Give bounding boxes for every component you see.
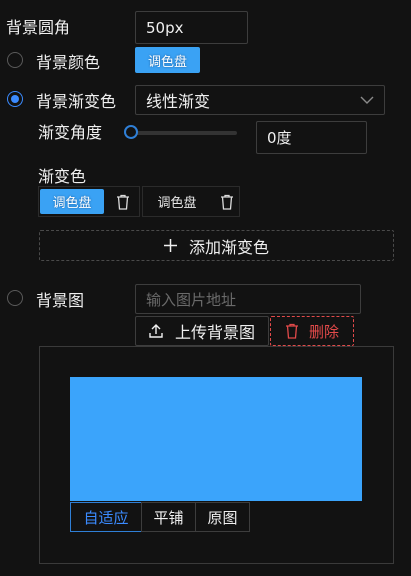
upload-background-button[interactable]: 上传背景图 (135, 316, 269, 346)
upload-background-label: 上传背景图 (174, 323, 255, 342)
gradient-angle-slider[interactable] (124, 124, 243, 144)
gradient-color-picker-button[interactable]: 调色盘 (145, 189, 209, 214)
gradient-colors-label: 渐变色 (38, 167, 87, 186)
gradient-angle-label: 渐变角度 (38, 123, 103, 142)
gradient-color-picker-button[interactable]: 调色盘 (40, 189, 104, 214)
gradient-type-select[interactable]: 线性渐变 (135, 85, 385, 115)
bg-image-label: 背景图 (36, 291, 85, 310)
bg-image-radio[interactable] (7, 290, 23, 306)
bg-radius-label: 背景圆角 (6, 18, 71, 37)
image-url-input[interactable]: 输入图片地址 (135, 284, 361, 314)
image-url-placeholder: 输入图片地址 (146, 290, 237, 309)
fit-mode-original[interactable]: 原图 (195, 502, 250, 532)
slider-track (131, 131, 237, 135)
gradient-angle-input[interactable]: 0度 (256, 121, 367, 154)
plus-icon (163, 239, 177, 252)
trash-icon[interactable] (217, 192, 237, 212)
delete-image-button[interactable]: 删除 (270, 316, 354, 346)
gradient-type-value: 线性渐变 (146, 92, 211, 111)
bg-color-radio[interactable] (7, 52, 23, 68)
slider-handle[interactable] (124, 125, 138, 139)
delete-image-label: 删除 (308, 322, 339, 341)
bg-radius-input[interactable]: 50px (135, 11, 248, 44)
image-preview (70, 377, 362, 501)
bg-color-label: 背景颜色 (36, 53, 101, 72)
bg-gradient-radio[interactable] (7, 91, 23, 107)
bg-color-picker-button[interactable]: 调色盘 (135, 47, 200, 73)
add-gradient-color-button[interactable]: 添加渐变色 (39, 230, 394, 261)
fit-mode-auto[interactable]: 自适应 (70, 502, 142, 532)
trash-icon (285, 323, 299, 339)
chevron-down-icon (360, 95, 374, 105)
gradient-color-item: 调色盘 (38, 186, 140, 217)
trash-icon[interactable] (113, 192, 133, 212)
fit-mode-tile[interactable]: 平铺 (141, 502, 196, 532)
add-gradient-color-label: 添加渐变色 (188, 237, 269, 257)
upload-icon (149, 324, 163, 338)
bg-gradient-label: 背景渐变色 (36, 92, 117, 111)
gradient-color-item: 调色盘 (142, 186, 240, 217)
